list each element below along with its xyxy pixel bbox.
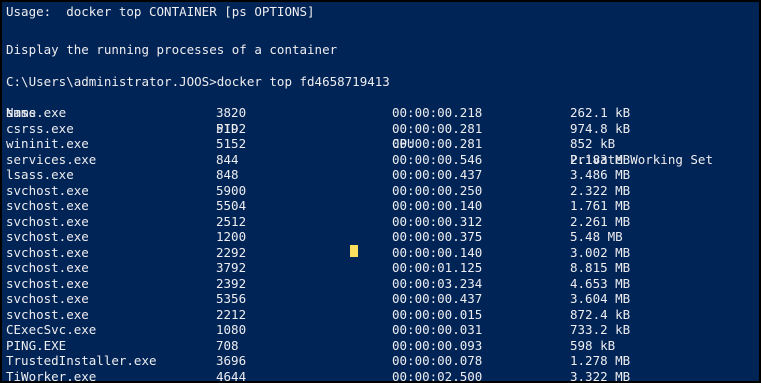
process-private-working-set: 1.278 MB bbox=[570, 353, 631, 368]
process-name: smss.exe bbox=[6, 105, 67, 120]
process-cpu: 00:00:00.312 bbox=[392, 213, 483, 229]
process-cpu: 00:00:00.140 bbox=[392, 244, 483, 260]
process-name: svchost.exe bbox=[6, 275, 89, 291]
process-name: TiWorker.exe bbox=[6, 368, 97, 383]
process-private-working-set: 4.653 MB bbox=[570, 275, 631, 291]
process-pid: 844 bbox=[216, 151, 239, 167]
process-pid: 2212 bbox=[216, 306, 247, 322]
process-pid: 708 bbox=[216, 337, 239, 353]
process-cpu: 00:00:03.234 bbox=[392, 275, 483, 291]
console-window[interactable]: Usage: docker top CONTAINER [ps OPTIONS]… bbox=[0, 0, 761, 383]
process-private-working-set: 3.604 MB bbox=[570, 291, 631, 306]
process-cpu: 00:00:02.500 bbox=[392, 368, 483, 383]
process-private-working-set: 8.815 MB bbox=[570, 260, 631, 275]
process-cpu: 00:00:01.125 bbox=[392, 260, 483, 275]
process-private-working-set: 3.322 MB bbox=[570, 368, 631, 383]
process-cpu: 00:00:00.015 bbox=[392, 306, 483, 322]
process-pid: 5356 bbox=[216, 291, 247, 306]
process-pid: 5192 bbox=[216, 120, 247, 136]
prompt-line: C:\Users\administrator.JOOS>docker top f… bbox=[6, 74, 390, 89]
process-pid: 1200 bbox=[216, 229, 247, 244]
text-cursor bbox=[350, 245, 358, 257]
process-cpu: 00:00:00.437 bbox=[392, 167, 483, 182]
process-private-working-set: 2.183 MB bbox=[570, 151, 631, 167]
process-name: svchost.exe bbox=[6, 182, 89, 198]
process-pid: 2512 bbox=[216, 213, 247, 229]
process-private-working-set: 733.2 kB bbox=[570, 322, 631, 337]
process-cpu: 00:00:00.281 bbox=[392, 120, 483, 136]
process-name: lsass.exe bbox=[6, 167, 74, 182]
process-cpu: 00:00:00.140 bbox=[392, 198, 483, 213]
process-cpu: 00:00:00.093 bbox=[392, 337, 483, 353]
process-name: PING.EXE bbox=[6, 337, 67, 353]
process-private-working-set: 262.1 kB bbox=[570, 105, 631, 120]
process-private-working-set: 1.761 MB bbox=[570, 198, 631, 213]
process-cpu: 00:00:00.218 bbox=[392, 105, 483, 120]
process-pid: 848 bbox=[216, 167, 239, 182]
process-name: svchost.exe bbox=[6, 229, 89, 244]
process-pid: 3820 bbox=[216, 105, 247, 120]
process-name: svchost.exe bbox=[6, 291, 89, 306]
process-pid: 1080 bbox=[216, 322, 247, 337]
process-name: wininit.exe bbox=[6, 136, 89, 151]
process-name: CExecSvc.exe bbox=[6, 322, 97, 337]
description-line: Display the running processes of a conta… bbox=[6, 42, 338, 57]
process-private-working-set: 2.261 MB bbox=[570, 213, 631, 229]
process-cpu: 00:00:00.031 bbox=[392, 322, 483, 337]
process-cpu: 00:00:00.078 bbox=[392, 353, 483, 368]
process-cpu: 00:00:00.437 bbox=[392, 291, 483, 306]
process-pid: 3792 bbox=[216, 260, 247, 275]
process-name: services.exe bbox=[6, 151, 97, 167]
process-cpu: 00:00:00.375 bbox=[392, 229, 483, 244]
process-private-working-set: 852 kB bbox=[570, 136, 616, 151]
process-pid: 5152 bbox=[216, 136, 247, 151]
process-pid: 4644 bbox=[216, 368, 247, 383]
process-name: svchost.exe bbox=[6, 306, 89, 322]
process-name: svchost.exe bbox=[6, 198, 89, 213]
process-cpu: 00:00:00.250 bbox=[392, 182, 483, 198]
process-pid: 2392 bbox=[216, 275, 247, 291]
process-private-working-set: 974.8 kB bbox=[570, 120, 631, 136]
process-cpu: 00:00:00.281 bbox=[392, 136, 483, 151]
table-header-row: Name PID CPU Private Working Set bbox=[6, 90, 713, 167]
process-private-working-set: 3.486 MB bbox=[570, 167, 631, 182]
process-pid: 5504 bbox=[216, 198, 247, 213]
process-name: csrss.exe bbox=[6, 120, 74, 136]
process-private-working-set: 872.4 kB bbox=[570, 306, 631, 322]
process-name: svchost.exe bbox=[6, 260, 89, 275]
process-private-working-set: 2.322 MB bbox=[570, 182, 631, 198]
process-private-working-set: 598 kB bbox=[570, 337, 616, 353]
process-pid: 2292 bbox=[216, 244, 247, 260]
process-name: svchost.exe bbox=[6, 244, 89, 260]
process-pid: 5900 bbox=[216, 182, 247, 198]
process-name: TrustedInstaller.exe bbox=[6, 353, 157, 368]
process-name: svchost.exe bbox=[6, 213, 89, 229]
process-private-working-set: 3.002 MB bbox=[570, 244, 631, 260]
process-pid: 3696 bbox=[216, 353, 247, 368]
process-private-working-set: 5.48 MB bbox=[570, 229, 623, 244]
usage-line: Usage: docker top CONTAINER [ps OPTIONS] bbox=[6, 4, 315, 19]
process-cpu: 00:00:00.546 bbox=[392, 151, 483, 167]
